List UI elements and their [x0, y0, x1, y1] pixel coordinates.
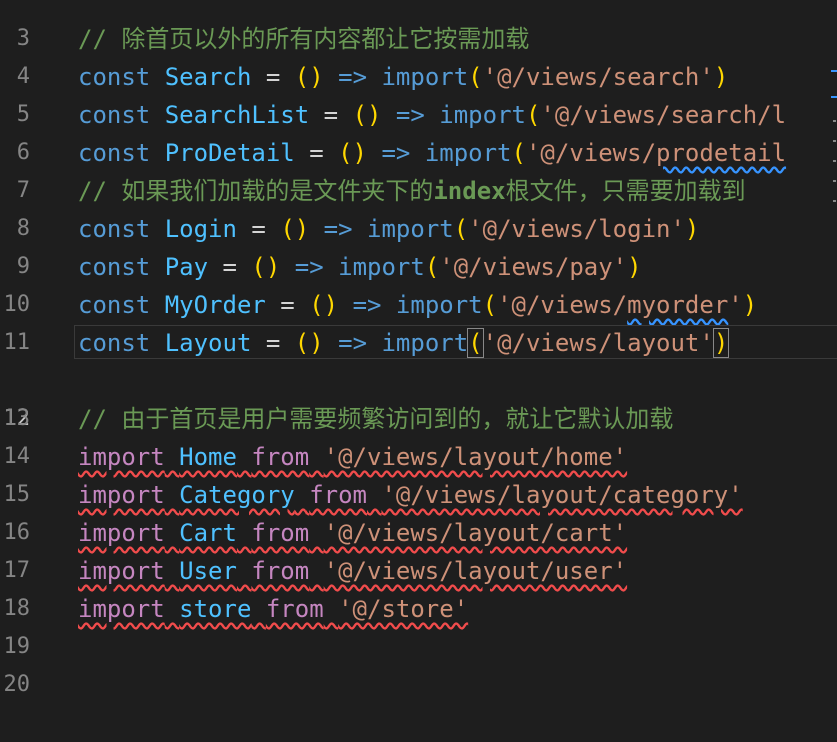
- identifier: Cart: [179, 519, 237, 547]
- string-literal: '@/store': [338, 595, 469, 623]
- identifier: Search: [164, 63, 252, 91]
- code-line[interactable]: 8 // 如果我们加载的是文件夹下的index根文件，只需要加载到: [0, 172, 837, 241]
- code-line[interactable]: 4 // 除首页以外的所有内容都让它按需加载: [0, 20, 837, 89]
- bracket-match: (: [467, 328, 484, 358]
- string-literal: '@/views/pay': [439, 253, 628, 281]
- string-literal: '@/views/layout/category': [381, 481, 743, 509]
- comment: // 如果我们加载的是文件夹下的index根文件，只需要加载到: [78, 177, 746, 205]
- string-literal: '@/views/: [497, 291, 628, 319]
- minimap-marker: [833, 180, 836, 182]
- minimap-marker: [833, 200, 836, 202]
- identifier: SearchList: [164, 101, 310, 129]
- string-literal: '@/views/layout/user': [323, 557, 628, 585]
- code-line[interactable]: 6 const SearchList = () => import('@/vie…: [0, 96, 837, 165]
- code-line[interactable]: 15 import Home from '@/views/layout/home…: [0, 438, 837, 507]
- identifier: Layout: [164, 329, 252, 357]
- minimap[interactable]: [829, 60, 837, 220]
- code-line[interactable]: 17 import Cart from '@/views/layout/cart…: [0, 514, 837, 583]
- bracket-match: ): [712, 328, 730, 358]
- code-line[interactable]: 16 import Category from '@/views/layout/…: [0, 476, 837, 545]
- code-line[interactable]: 11 const MyOrder = () => import('@/views…: [0, 286, 837, 355]
- code-line[interactable]: 7 const ProDetail = () => import('@/view…: [0, 134, 837, 203]
- identifier: ProDetail: [164, 139, 295, 167]
- string-literal: '@/views/layout': [482, 329, 714, 357]
- identifier: store: [179, 595, 252, 623]
- code-line[interactable]: 10 const Pay = () => import('@/views/pay…: [0, 248, 837, 317]
- string-literal: '@/views/: [525, 139, 657, 167]
- code-line[interactable]: 20: [0, 628, 837, 697]
- identifier: User: [179, 557, 237, 585]
- keyword: const: [78, 63, 151, 91]
- identifier: Home: [179, 443, 237, 471]
- identifier: Category: [179, 481, 295, 509]
- error-squiggle: import Cart from '@/views/layout/cart': [78, 519, 628, 547]
- code-line[interactable]: 18 import User from '@/views/layout/user…: [0, 552, 837, 621]
- string-literal: '@/views/layout/cart': [323, 519, 628, 547]
- error-squiggle: import User from '@/views/layout/user': [78, 557, 628, 585]
- code-line[interactable]: 14 // 由于首页是用户需要频繁访问到的，就让它默认加载: [0, 400, 837, 469]
- identifier: Pay: [164, 253, 209, 281]
- import-call: import: [367, 215, 454, 243]
- string-literal: '@/views/search': [482, 63, 714, 91]
- spelling-warning: prodetail: [656, 139, 787, 167]
- minimap-marker: [831, 96, 837, 98]
- comment: // 除首页以外的所有内容都让它按需加载: [78, 25, 530, 53]
- minimap-marker: [833, 160, 836, 162]
- import-call: import: [381, 63, 469, 91]
- identifier: MyOrder: [164, 291, 266, 319]
- code-line-current[interactable]: 12 const Layout = () => import('@/views/…: [0, 324, 837, 431]
- line-number: 20: [3, 672, 31, 697]
- minimap-marker: [831, 70, 837, 72]
- code-editor[interactable]: 3 4 // 除首页以外的所有内容都让它按需加载 5 const Search …: [0, 0, 837, 697]
- code-line[interactable]: 5 const Search = () => import('@/views/s…: [0, 58, 837, 127]
- import-call: import: [424, 139, 512, 167]
- import-call: import: [381, 329, 469, 357]
- error-squiggle: import Category from '@/views/layout/cat…: [78, 481, 743, 509]
- import-call: import: [338, 253, 425, 281]
- code-line[interactable]: 3: [0, 0, 837, 51]
- string-literal: '@/views/layout/home': [323, 443, 628, 471]
- code-line[interactable]: 13: [0, 362, 837, 431]
- error-squiggle: import store from '@/store': [78, 595, 469, 623]
- string-literal: '@/views/login': [468, 215, 685, 243]
- import-call: import: [395, 291, 483, 319]
- import-call: import: [439, 101, 526, 129]
- minimap-marker: [833, 120, 836, 122]
- minimap-marker: [833, 140, 836, 142]
- spelling-warning: myorder: [627, 291, 729, 319]
- comment: // 由于首页是用户需要频繁访问到的，就让它默认加载: [78, 405, 674, 433]
- code-line[interactable]: 9 const Login = () => import('@/views/lo…: [0, 210, 837, 279]
- string-literal: '@/views/search/l: [540, 101, 787, 129]
- identifier: Login: [164, 215, 237, 243]
- code-line[interactable]: 19 import store from '@/store': [0, 590, 837, 659]
- error-squiggle: import Home from '@/views/layout/home': [78, 443, 628, 471]
